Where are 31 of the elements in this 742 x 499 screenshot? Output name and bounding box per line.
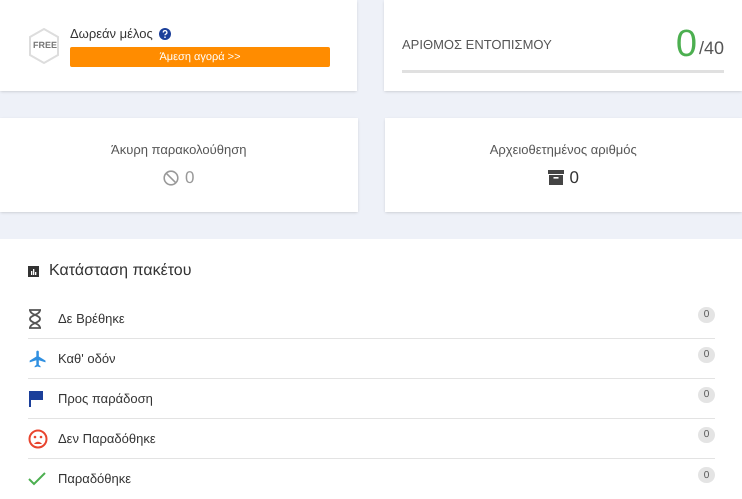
status-label: Καθ' οδόν (58, 350, 117, 368)
sad-face-icon (28, 428, 48, 448)
tracking-count: 0 (676, 24, 697, 64)
check-icon (28, 472, 46, 486)
hexagon-icon (28, 28, 60, 64)
bar-chart-icon (28, 266, 39, 276)
tracking-label: ΑΡΙΘΜΟΣ ΕΝΤΟΠΙΣΜΟΥ (402, 36, 552, 54)
status-count: 0 (698, 346, 715, 362)
membership-label: Δωρεάν μέλος (70, 24, 153, 43)
status-count: 0 (698, 306, 715, 322)
hourglass-icon (28, 308, 42, 328)
flag-icon (28, 390, 44, 408)
archive-box-icon (548, 170, 564, 186)
status-label: Προς παράδοση (58, 390, 154, 408)
status-count: 0 (698, 426, 715, 442)
status-label: Δε Βρέθηκε (58, 310, 126, 328)
badge-label: FREE (33, 38, 58, 50)
package-status-title: Κατάσταση πακέτου (49, 261, 192, 281)
airplane-icon (28, 348, 48, 368)
stat-value: 0 (185, 167, 194, 189)
buy-now-button[interactable]: Άμεση αγορά >> (70, 47, 330, 68)
stat-value: 0 (570, 167, 579, 189)
status-label: Παραδόθηκε (58, 470, 132, 488)
status-count: 0 (698, 386, 715, 402)
tracking-limit: /40 (698, 37, 724, 60)
status-count: 0 (698, 467, 715, 483)
help-icon[interactable] (158, 28, 171, 40)
stat-label: Αρχειοθετημένος αριθμός (490, 140, 637, 159)
prohibited-icon (163, 170, 180, 186)
stat-label: Άκυρη παρακολούθηση (111, 140, 246, 159)
status-label: Δεν Παραδόθηκε (58, 430, 157, 448)
